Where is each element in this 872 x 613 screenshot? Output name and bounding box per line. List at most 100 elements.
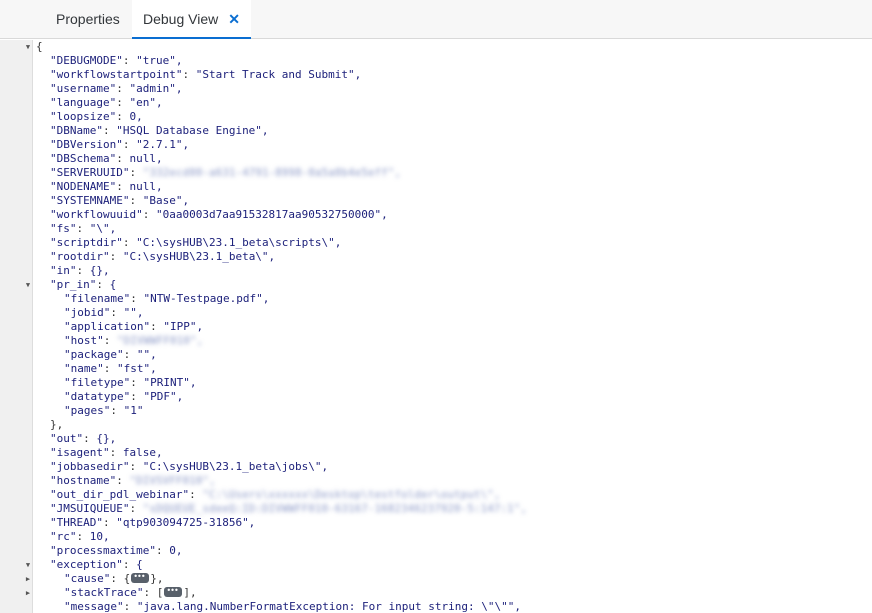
code-line: "SYSTEMNAME": "Base", [50, 194, 190, 207]
json-key: "loopsize" [50, 110, 117, 123]
code-line: ▶"stackTrace": [], [26, 584, 872, 600]
debug-json-editor[interactable]: ▼{"DEBUGMODE": "true", "workflowstartpoin… [0, 40, 872, 613]
json-value: "java.lang.NumberFormatException: For in… [136, 600, 521, 613]
json-value: "2.7.1", [136, 138, 190, 151]
code-line: "JMSUIQUEUE": "sDQUEUE_sdeeQ:ID:DIVWWFF0… [50, 502, 527, 515]
fold-collapse-icon[interactable]: ▼ [23, 558, 33, 572]
json-value: "Start Track and Submit", [195, 68, 362, 81]
json-value-redacted: "sDQUEUE_sdeeQ:ID:DIVWWFF010-63167-16823… [142, 502, 527, 515]
json-bracket-open: [ [156, 586, 164, 599]
json-value: null, [129, 152, 163, 165]
code-line: "SERVERUUID": "332ecd00-a631-4791-8998-0… [50, 166, 402, 179]
json-key: "JMSUIQUEUE" [50, 502, 130, 515]
json-key: "DEBUGMODE" [50, 54, 123, 67]
json-key: "NODENAME" [50, 180, 117, 193]
json-key: "message" [64, 600, 124, 613]
json-value: "admin", [129, 82, 183, 95]
code-line: ▼ "exception": { [26, 558, 872, 572]
code-line: "fs": "\", [50, 222, 117, 235]
json-key: "workflowuuid" [50, 208, 143, 221]
code-line: "scriptdir": "C:\sysHUB\23.1_beta\script… [50, 236, 342, 249]
tab-debug-view[interactable]: Debug View ✕ [132, 0, 251, 39]
code-line: "host": "DIVWWFF010", [64, 334, 204, 347]
json-value: "C:\sysHUB\23.1_beta\jobs\", [142, 460, 329, 473]
json-bracket-close: ], [183, 586, 197, 599]
editor-gutter [0, 40, 33, 613]
json-key: "processmaxtime" [50, 544, 156, 557]
json-value: "Base", [142, 194, 190, 207]
json-key: "in" [50, 264, 77, 277]
code-line: }, [36, 418, 872, 432]
fold-collapse-icon[interactable]: ▼ [23, 278, 33, 292]
json-value: "\", [89, 222, 117, 235]
code-line: "filetype": "PRINT", [64, 376, 197, 389]
json-key: "pr_in" [50, 278, 97, 291]
code-line: "loopsize": 0, [50, 110, 143, 123]
json-key: "name" [64, 362, 104, 375]
code-line: "message": "java.lang.NumberFormatExcept… [64, 600, 521, 613]
tab-properties[interactable]: Properties [56, 0, 120, 39]
json-value: "qtp903094725-31856", [116, 516, 256, 529]
json-key: "language" [50, 96, 117, 109]
json-bracket-close: }, [150, 572, 164, 585]
json-key: "isagent" [50, 446, 110, 459]
json-value: 10, [89, 530, 110, 543]
json-key: "rc" [50, 530, 77, 543]
code-line: "package": "", [64, 348, 157, 361]
code-line: "out": {}, [50, 432, 117, 445]
code-line: "jobid": "", [64, 306, 144, 319]
json-key: "filetype" [64, 376, 131, 389]
json-value-redacted: "DIVWWFF010", [117, 334, 204, 347]
json-value-redacted: "DIVSVFF010", [129, 474, 216, 487]
json-key: "exception" [50, 558, 123, 571]
code-line: "name": "fst", [64, 362, 157, 375]
json-punctuation: }, [50, 418, 64, 431]
code-line: "filename": "NTW-Testpage.pdf", [64, 292, 270, 305]
json-punctuation: { [36, 40, 43, 53]
json-value: "", [136, 348, 157, 361]
code-line: "in": {}, [50, 264, 110, 277]
json-key: "THREAD" [50, 516, 103, 529]
json-key: "datatype" [64, 390, 131, 403]
json-value: "NTW-Testpage.pdf", [143, 292, 270, 305]
json-key: "DBVersion" [50, 138, 123, 151]
json-key: "jobbasedir" [50, 460, 130, 473]
json-value: "HSQL Database Engine", [116, 124, 269, 137]
json-value: "0aa0003d7aa91532817aa90532750000", [155, 208, 388, 221]
code-line: "username": "admin", [50, 82, 183, 95]
json-key: "out_dir_pdl_webinar" [50, 488, 190, 501]
json-value: "", [123, 306, 144, 319]
code-line: "out_dir_pdl_webinar": "C:\Users\xxxxxx\… [50, 488, 501, 501]
code-line: ▶"cause": {}, [26, 570, 872, 586]
json-bracket-open: { [123, 572, 131, 585]
json-key: "SYSTEMNAME" [50, 194, 130, 207]
close-icon[interactable]: ✕ [228, 0, 240, 39]
code-line: "processmaxtime": 0, [50, 544, 183, 557]
collapsed-ellipsis-icon[interactable] [164, 584, 183, 598]
json-value: "PDF", [143, 390, 184, 403]
json-value: "C:\sysHUB\23.1_beta\scripts\", [136, 236, 342, 249]
fold-collapse-icon[interactable]: ▼ [23, 40, 33, 54]
code-line: "rootdir": "C:\sysHUB\23.1_beta\", [50, 250, 276, 263]
json-key: "workflowstartpoint" [50, 68, 183, 81]
code-line: "hostname": "DIVSVFF010", [50, 474, 216, 487]
code-line: "DEBUGMODE": "true", [50, 54, 183, 67]
json-key: "stackTrace" [64, 586, 144, 599]
tab-bar: Properties Debug View ✕ [0, 0, 872, 39]
json-key: "fs" [50, 222, 77, 235]
code-line: "rc": 10, [50, 530, 110, 543]
json-key: "DBName" [50, 124, 103, 137]
json-key: "username" [50, 82, 117, 95]
code-line: "datatype": "PDF", [64, 390, 184, 403]
fold-expand-icon[interactable]: ▶ [23, 586, 33, 600]
json-value: "fst", [117, 362, 157, 375]
json-value: "PRINT", [143, 376, 197, 389]
fold-expand-icon[interactable]: ▶ [23, 572, 33, 586]
json-value: 0, [169, 544, 183, 557]
collapsed-ellipsis-icon[interactable] [131, 570, 150, 584]
code-line: "THREAD": "qtp903094725-31856", [50, 516, 256, 529]
json-key: "host" [64, 334, 104, 347]
json-key: "application" [64, 320, 151, 333]
json-value: { [109, 278, 117, 291]
code-line: "isagent": false, [50, 446, 163, 459]
